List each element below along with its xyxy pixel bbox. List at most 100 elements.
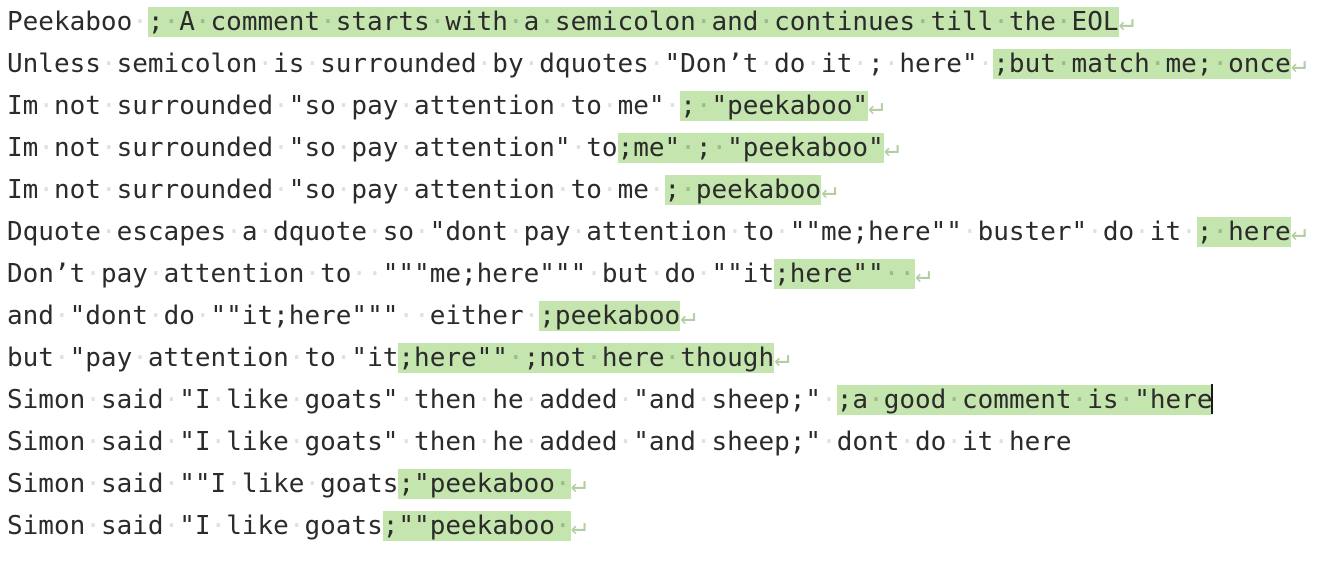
space-dot-icon: ·: [617, 385, 634, 415]
carriage-return-icon: ↵: [868, 91, 884, 121]
space-dot-icon: ·: [695, 91, 712, 121]
plain-text-run: Simon·said·""I·like·goats: [7, 469, 399, 499]
space-dot-icon: ·: [194, 7, 211, 37]
space-dot-icon: ·: [680, 133, 696, 163]
editor-line[interactable]: but·"pay·attention·to·"it;here""·;not·he…: [0, 337, 1343, 379]
editor-line[interactable]: Don’t·pay·attention·to··"""me;here"""·bu…: [0, 253, 1343, 295]
editor-line[interactable]: Simon·said·"I·like·goats;""peekaboo·↵: [0, 505, 1343, 547]
space-dot-icon: ·: [100, 91, 117, 121]
space-dot-icon: ·: [288, 343, 305, 373]
regex-match-highlight: ;·"peekaboo": [680, 91, 869, 121]
space-dot-icon: ·: [147, 259, 164, 289]
space-dot-icon: ·: [288, 385, 305, 415]
plain-text-run: Peekaboo·: [7, 7, 148, 37]
plain-text-run: Simon·said·"I·like·goats: [7, 511, 383, 541]
editor-line[interactable]: Dquote·escapes·a·dquote·so·"dont·pay·att…: [0, 211, 1343, 253]
space-dot-icon: ·: [758, 49, 775, 79]
editor-line[interactable]: Im·not·surrounded·"so·pay·attention"·to;…: [0, 127, 1343, 169]
plain-text-run: Im·not·surrounded·"so·pay·attention·to·m…: [7, 91, 681, 121]
editor-line[interactable]: and·"dont·do·""it;here"""··either·;peeka…: [0, 295, 1343, 337]
space-dot-icon: ·: [163, 427, 180, 457]
space-dot-icon: ·: [1087, 217, 1103, 247]
space-dot-icon: ·: [38, 133, 54, 163]
plain-text-run: Dquote·escapes·a·dquote·so·"dont·pay·att…: [7, 217, 1197, 247]
space-dot-icon: ·: [85, 469, 101, 499]
space-dot-icon: ·: [554, 175, 571, 205]
plain-text-run: Don’t·pay·attention·to··"""me;here"""·bu…: [7, 259, 775, 289]
space-dot-icon: ·: [961, 217, 978, 247]
space-dot-icon: ·: [273, 133, 289, 163]
text-editor-canvas[interactable]: Peekaboo·;·A·comment·starts·with·a·semic…: [0, 1, 1343, 568]
space-dot-icon: ·: [570, 217, 587, 247]
editor-line[interactable]: Im·not·surrounded·"so·pay·attention·to·m…: [0, 85, 1343, 127]
space-dot-icon: ·: [586, 343, 602, 373]
regex-match-highlight: ;""peekaboo·: [382, 511, 571, 541]
space-dot-icon: ·: [163, 469, 180, 499]
space-dot-icon: ·: [507, 7, 524, 37]
space-dot-icon: ·: [210, 511, 227, 541]
editor-line[interactable]: Simon·said·"I·like·goats"·then·he·added·…: [0, 379, 1343, 421]
space-dot-icon: ·: [147, 301, 164, 331]
space-dot-icon: ·: [946, 385, 962, 415]
regex-match-highlight: ;"peekaboo·: [398, 469, 571, 499]
space-dot-icon: ·: [476, 427, 493, 457]
space-dot-icon: ·: [1118, 385, 1135, 415]
carriage-return-icon: ↵: [570, 511, 587, 541]
space-dot-icon: ·: [226, 217, 242, 247]
carriage-return-icon: ↵: [1118, 7, 1135, 37]
editor-line[interactable]: Im·not·surrounded·"so·pay·attention·to·m…: [0, 169, 1343, 211]
plain-text-run: but·"pay·attention·to·"it: [7, 343, 399, 373]
editor-line[interactable]: Simon·said·"I·like·goats"·then·he·added·…: [0, 421, 1343, 463]
space-dot-icon: ·: [398, 427, 415, 457]
space-dot-icon: ·: [993, 7, 1009, 37]
space-dot-icon: ·: [273, 175, 289, 205]
space-dot-icon: ·: [570, 133, 587, 163]
space-dot-icon: ·: [601, 91, 618, 121]
space-dot-icon: ·: [554, 91, 571, 121]
space-dot-icon: ·: [38, 91, 54, 121]
space-dot-icon: ·: [100, 217, 117, 247]
space-dot-icon: ·: [38, 175, 54, 205]
carriage-return-icon: ↵: [774, 343, 790, 373]
space-dot-icon: ·: [821, 427, 837, 457]
editor-line[interactable]: Simon·said·""I·like·goats;"peekaboo·↵: [0, 463, 1343, 505]
space-dot-icon: ·: [648, 259, 665, 289]
space-dot-icon: ·: [132, 7, 148, 37]
space-dot-icon: ·: [320, 7, 336, 37]
regex-match-highlight: ;peekaboo: [539, 301, 681, 331]
space-dot-icon: ·: [554, 511, 571, 541]
editor-line[interactable]: Unless·semicolon·is·surrounded·by·dquote…: [0, 43, 1343, 85]
space-dot-icon: ·: [163, 7, 180, 37]
space-dot-icon: ·: [977, 49, 994, 79]
space-dot-icon: ·: [523, 385, 540, 415]
space-dot-icon: ·: [398, 301, 415, 331]
space-dot-icon: ·: [946, 427, 962, 457]
space-dot-icon: ·: [664, 343, 681, 373]
space-dot-icon: ·: [476, 385, 493, 415]
space-dot-icon: ·: [335, 343, 352, 373]
space-dot-icon: ·: [695, 259, 712, 289]
space-dot-icon: ·: [899, 259, 915, 289]
space-dot-icon: ·: [1055, 49, 1072, 79]
space-dot-icon: ·: [335, 91, 352, 121]
regex-match-highlight: ;a·good·comment·is·"here: [836, 385, 1213, 415]
editor-line[interactable]: Peekaboo·;·A·comment·starts·with·a·semic…: [0, 1, 1343, 43]
regex-match-highlight: ;here""··: [774, 259, 915, 289]
space-dot-icon: ·: [774, 217, 790, 247]
space-dot-icon: ·: [899, 427, 916, 457]
carriage-return-icon: ↵: [570, 469, 587, 499]
space-dot-icon: ·: [1149, 49, 1166, 79]
regex-match-highlight: ;here""·;not·here·though: [398, 343, 775, 373]
space-dot-icon: ·: [85, 427, 101, 457]
space-dot-icon: ·: [210, 427, 227, 457]
space-dot-icon: ·: [85, 385, 101, 415]
space-dot-icon: ·: [586, 259, 602, 289]
space-dot-icon: ·: [1181, 217, 1197, 247]
space-dot-icon: ·: [398, 91, 415, 121]
space-dot-icon: ·: [304, 49, 321, 79]
space-dot-icon: ·: [883, 49, 900, 79]
space-dot-icon: ·: [554, 469, 571, 499]
space-dot-icon: ·: [993, 427, 1009, 457]
space-dot-icon: ·: [680, 175, 696, 205]
space-dot-icon: ·: [1055, 7, 1072, 37]
